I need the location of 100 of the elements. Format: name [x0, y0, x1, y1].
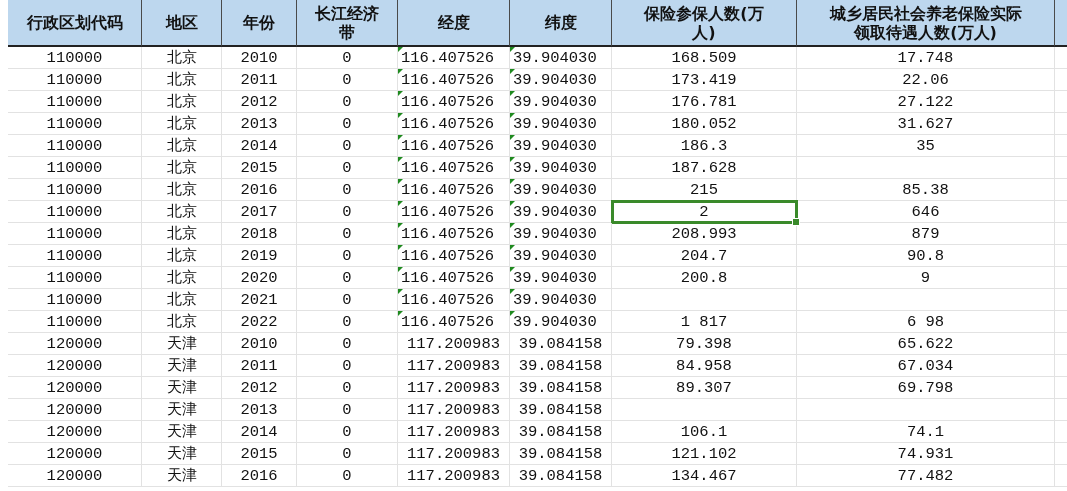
- table-cell: 天津: [142, 399, 222, 421]
- table-cell: 2010: [222, 333, 297, 355]
- table-cell: 2013: [222, 399, 297, 421]
- column-header[interactable]: 纬度: [510, 0, 612, 47]
- table-cell: 0: [297, 245, 398, 267]
- table-cell: 120000: [8, 421, 142, 443]
- table-cell: 0: [297, 289, 398, 311]
- table-cell: 0: [297, 201, 398, 223]
- table-cell: 0: [297, 69, 398, 91]
- table-cell: 116.407526: [398, 113, 510, 135]
- table-cell: 116.407526: [398, 47, 510, 69]
- header-background: [1055, 0, 1067, 47]
- table-cell: 2021: [222, 289, 297, 311]
- table-cell: 117.200983: [398, 465, 510, 487]
- table-cell: 39.904030: [510, 135, 612, 157]
- corner-triangle-icon: [398, 267, 403, 272]
- table-cell: 39.904030: [510, 289, 612, 311]
- table-cell: 39.904030: [510, 223, 612, 245]
- fill-handle[interactable]: [792, 218, 800, 226]
- corner-triangle-icon: [510, 113, 515, 118]
- table-cell: 120000: [8, 399, 142, 421]
- table-cell: 2010: [222, 47, 297, 69]
- table-cell: 2015: [222, 443, 297, 465]
- table-cell: 2011: [222, 355, 297, 377]
- table-cell: 0: [297, 333, 398, 355]
- table-cell: 39.084158: [510, 465, 612, 487]
- table-cell: 35: [797, 135, 1055, 157]
- column-header[interactable]: 保险参保人数(万人): [612, 0, 797, 47]
- table-cell: 0: [297, 421, 398, 443]
- table-cell: 北京: [142, 201, 222, 223]
- corner-triangle-icon: [398, 223, 403, 228]
- table-cell: 116.407526: [398, 135, 510, 157]
- table-cell: 110000: [8, 179, 142, 201]
- column-header[interactable]: 行政区划代码: [8, 0, 142, 47]
- corner-triangle-icon: [398, 245, 403, 250]
- corner-triangle-icon: [398, 113, 403, 118]
- table-cell: 110000: [8, 201, 142, 223]
- column-header[interactable]: 地区: [142, 0, 222, 47]
- table-cell: 74.1: [797, 421, 1055, 443]
- column-header[interactable]: 年份: [222, 0, 297, 47]
- corner-triangle-icon: [510, 69, 515, 74]
- table-cell: 186.3: [612, 135, 797, 157]
- table-cell: 117.200983: [398, 421, 510, 443]
- table-cell: 39.904030: [510, 69, 612, 91]
- table-cell: 74.931: [797, 443, 1055, 465]
- column-header[interactable]: 长江经济带: [297, 0, 398, 47]
- table-cell: 120000: [8, 333, 142, 355]
- corner-triangle-icon: [510, 267, 515, 272]
- table-cell: 天津: [142, 465, 222, 487]
- table-cell: 31.627: [797, 113, 1055, 135]
- corner-triangle-icon: [510, 91, 515, 96]
- table-cell: 1 817: [612, 311, 797, 333]
- table-cell: 39.084158: [510, 421, 612, 443]
- table-cell: 0: [297, 267, 398, 289]
- table-cell: 120000: [8, 355, 142, 377]
- column-header[interactable]: 经度: [398, 0, 510, 47]
- table-cell: 北京: [142, 47, 222, 69]
- table-cell: 173.419: [612, 69, 797, 91]
- corner-triangle-icon: [510, 201, 515, 206]
- corner-triangle-icon: [398, 47, 403, 52]
- table-cell: 106.1: [612, 421, 797, 443]
- table-cell: 北京: [142, 179, 222, 201]
- table-cell: 116.407526: [398, 157, 510, 179]
- table-cell: 77.482: [797, 465, 1055, 487]
- table-cell: 110000: [8, 91, 142, 113]
- table-cell: 2016: [222, 465, 297, 487]
- table-cell: 134.467: [612, 465, 797, 487]
- column-header[interactable]: 城乡居民社会养老保险实际领取待遇人数(万人): [797, 0, 1055, 47]
- table-cell: 39.084158: [510, 399, 612, 421]
- table-cell: 北京: [142, 69, 222, 91]
- table-cell: 215: [612, 179, 797, 201]
- table-cell: 天津: [142, 333, 222, 355]
- table-cell: 116.407526: [398, 267, 510, 289]
- table-cell: 187.628: [612, 157, 797, 179]
- table-cell: 110000: [8, 311, 142, 333]
- table-cell: 39.084158: [510, 333, 612, 355]
- table-cell: 北京: [142, 245, 222, 267]
- table-cell: 22.06: [797, 69, 1055, 91]
- table-cell: 27.122: [797, 91, 1055, 113]
- corner-triangle-icon: [398, 91, 403, 96]
- table-cell: 39.904030: [510, 91, 612, 113]
- table-cell: 84.958: [612, 355, 797, 377]
- table-cell: 0: [297, 465, 398, 487]
- table-cell: 168.509: [612, 47, 797, 69]
- table-cell: 0: [297, 179, 398, 201]
- corner-triangle-icon: [510, 311, 515, 316]
- table-cell: 39.904030: [510, 201, 612, 223]
- table-cell: 204.7: [612, 245, 797, 267]
- table-cell: 39.084158: [510, 377, 612, 399]
- table-cell: 0: [297, 135, 398, 157]
- table-cell: 39.904030: [510, 157, 612, 179]
- corner-triangle-icon: [398, 157, 403, 162]
- table-cell: 117.200983: [398, 333, 510, 355]
- table-cell: 2: [612, 201, 797, 223]
- table-cell: 110000: [8, 113, 142, 135]
- table-cell: 0: [297, 223, 398, 245]
- table-cell: 2018: [222, 223, 297, 245]
- table-cell: 北京: [142, 311, 222, 333]
- table-cell: 110000: [8, 245, 142, 267]
- corner-triangle-icon: [398, 179, 403, 184]
